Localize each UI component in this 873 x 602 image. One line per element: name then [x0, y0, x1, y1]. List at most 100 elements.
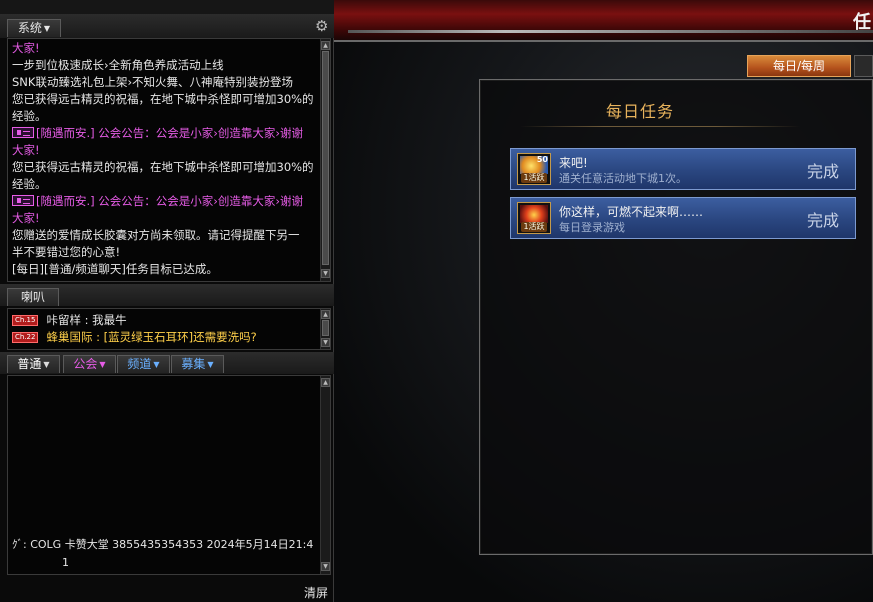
system-tab-dropdown[interactable]: 系统 ▼ [7, 19, 61, 37]
horn-line: Ch.22 蜂巢国际 : [蓝灵绿玉石耳环]还需要洗吗? [12, 329, 257, 346]
gear-icon[interactable]: ⚙ [315, 17, 328, 35]
system-log-line: 半不要错过您的心意! [12, 244, 120, 261]
channel-badge: Ch.15 [12, 315, 39, 326]
horn-tab[interactable]: 喇叭 [7, 288, 59, 306]
quest-status: 完成 [806, 162, 839, 181]
quest-icon-number: 50 [536, 155, 548, 164]
system-log-text: 大家! [12, 41, 40, 55]
tab-guild[interactable]: 公会 ▼ [63, 355, 116, 373]
scroll-up-icon[interactable]: ▲ [321, 310, 330, 319]
chevron-down-icon: ▼ [43, 24, 51, 33]
system-log-text: 经验。 [12, 177, 47, 191]
top-frame: 任 [334, 0, 873, 42]
system-log-line: 经验。 [12, 108, 47, 125]
system-log-text: 经验。 [12, 109, 47, 123]
tab-channel-label: 频道 [127, 357, 152, 371]
quest-icon: 1活跃 [517, 202, 551, 234]
quest-row[interactable]: 1活跃 你这样，可燃不起来啊…… 每日登录游戏 完成 [510, 197, 856, 239]
scroll-thumb[interactable] [322, 51, 329, 265]
clear-screen-button[interactable]: 清屏 [304, 584, 328, 601]
chat-message: ｸﾞ: COLG 卡赞大堂 3855435354353 2024年5月14日21… [12, 538, 314, 551]
system-scrollbar[interactable]: ▲ ▼ [320, 39, 330, 281]
tab-recruit[interactable]: 募集 ▼ [171, 355, 224, 373]
system-tab-label: 系统 [17, 21, 42, 35]
scroll-thumb[interactable] [322, 320, 329, 336]
channel-badge: Ch.22 [12, 332, 39, 343]
horn-message: 我最牛 [92, 313, 127, 327]
window-title: 任 [853, 12, 871, 33]
quest-status: 完成 [806, 211, 839, 230]
system-log-line: 您已获得远古精灵的祝福，在地下城中杀怪即可增加30%的 [12, 159, 314, 176]
system-log-line: 一步到位极速成长›全新角色养成活动上线 [12, 57, 224, 74]
horn-icon [12, 127, 34, 138]
scroll-down-icon[interactable]: ▼ [321, 269, 330, 278]
system-log-text: SNK联动臻选礼包上架›不知火舞、八神庵特别装扮登场 [12, 75, 294, 89]
system-log-line: 大家! [12, 40, 40, 57]
quest-description: 每日登录游戏 [559, 221, 625, 234]
panel-title: 每日任务 [605, 102, 674, 121]
system-log-text: 大家! [12, 211, 40, 225]
daily-quest-panel: 每日任务 50 1活跃 来吧! 通关任意活动地下城1次。 完成 1活跃 你这样，… [479, 79, 873, 555]
horn-header: 喇叭 [0, 284, 334, 306]
chat-message-wrap: 1 [62, 556, 69, 569]
top-frame-line [348, 30, 873, 33]
system-log-text: 您已获得远古精灵的祝福，在地下城中杀怪即可增加30%的 [12, 92, 314, 106]
tab-next[interactable] [854, 55, 873, 77]
system-log-line: SNK联动臻选礼包上架›不知火舞、八神庵特别装扮登场 [12, 74, 293, 91]
scroll-down-icon[interactable]: ▼ [321, 562, 330, 571]
horn-log: Ch.15 咔留样 : 我最牛 Ch.22 蜂巢国际 : [蓝灵绿玉石耳环]还需要洗… [7, 308, 331, 350]
chevron-down-icon: ▼ [207, 360, 214, 369]
tab-recruit-label: 募集 [181, 357, 206, 371]
system-log: 大家! 一步到位极速成长›全新角色养成活动上线 SNK联动臻选礼包上架›不知火舞、八… [7, 38, 331, 282]
horn-scrollbar[interactable]: ▲ ▼ [320, 309, 330, 349]
system-log-line: [随遇而安.] 公会公告：公会是小家›创造靠大家›谢谢 [12, 125, 303, 142]
system-header: 系统 ▼ ⚙ [0, 14, 334, 38]
chevron-down-icon: ▼ [43, 360, 50, 369]
top-strip [0, 0, 334, 14]
chevron-down-icon: ▼ [99, 360, 106, 369]
system-log-text: 您赠送的爱情成长胶囊对方尚未领取。请记得提醒下另一 [12, 228, 300, 242]
scroll-up-icon[interactable]: ▲ [321, 41, 330, 50]
system-log-line: [随遇而安.] 公会公告：公会是小家›创造靠大家›谢谢 [12, 193, 303, 210]
horn-sender: 咔留样 [46, 313, 81, 327]
scroll-up-icon[interactable]: ▲ [321, 378, 330, 387]
system-log-text: [随遇而安.] 公会公告：公会是小家›创造靠大家›谢谢 [36, 194, 303, 208]
system-log-line: 大家! [12, 210, 40, 227]
system-log-line: 经验。 [12, 176, 47, 193]
chevron-down-icon: ▼ [153, 360, 160, 369]
quest-name: 你这样，可燃不起来啊…… [559, 205, 704, 219]
horn-icon [12, 195, 34, 206]
tab-guild-label: 公会 [73, 357, 98, 371]
tab-normal[interactable]: 普通 ▼ [7, 355, 60, 373]
tab-channel[interactable]: 频道 ▼ [117, 355, 170, 373]
quest-description: 通关任意活动地下城1次。 [559, 172, 687, 185]
main-chat-scrollbar[interactable]: ▲ ▼ [320, 376, 330, 574]
system-log-text: [每日][普通/频道聊天]任务目标已达成。 [12, 262, 218, 276]
quest-icon: 50 1活跃 [517, 153, 551, 185]
scroll-down-icon[interactable]: ▼ [321, 338, 330, 347]
horn-line: Ch.15 咔留样 : 我最牛 [12, 312, 127, 329]
system-log-line: 您已获得远古精灵的祝福，在地下城中杀怪即可增加30%的 [12, 91, 314, 108]
system-log-text: 半不要错过您的心意! [12, 245, 121, 259]
quest-row[interactable]: 50 1活跃 来吧! 通关任意活动地下城1次。 完成 [510, 148, 856, 190]
system-log-text: 一步到位极速成长›全新角色养成活动上线 [12, 58, 224, 72]
horn-message: [蓝灵绿玉石耳环]还需要洗吗? [103, 330, 257, 344]
tab-daily-weekly[interactable]: 每日/每周 [747, 55, 851, 77]
system-log-text: 您已获得远古精灵的祝福，在地下城中杀怪即可增加30%的 [12, 160, 314, 174]
system-log-line: [每日][普通/频道聊天]任务目标已达成。 [12, 261, 218, 278]
system-log-text: [随遇而安.] 公会公告：公会是小家›创造靠大家›谢谢 [36, 126, 303, 140]
title-divider [520, 126, 800, 127]
activity-badge: 1活跃 [521, 173, 547, 183]
horn-sender: 蜂巢国际 [46, 330, 93, 344]
main-chat-log: ｸﾞ: COLG 卡赞大堂 3855435354353 2024年5月14日21… [7, 375, 331, 575]
game-background: 任 每日/每周 每日任务 50 1活跃 来吧! 通关任意活动地下城1次。 完成 … [334, 0, 873, 602]
flame-icon [520, 205, 548, 223]
tab-normal-label: 普通 [17, 357, 42, 371]
system-log-line: 您赠送的爱情成长胶囊对方尚未领取。请记得提醒下另一 [12, 227, 300, 244]
activity-badge: 1活跃 [521, 222, 547, 232]
system-log-line: 大家! [12, 142, 40, 159]
chat-tab-bar: 普通 ▼ 公会 ▼ 频道 ▼ 募集 ▼ [0, 352, 334, 374]
system-log-text: 大家! [12, 143, 40, 157]
chat-panel: 系统 ▼ ⚙ 大家! 一步到位极速成长›全新角色养成活动上线 SNK联动臻选礼包上架›… [0, 0, 334, 602]
quest-name: 来吧! [559, 156, 588, 170]
